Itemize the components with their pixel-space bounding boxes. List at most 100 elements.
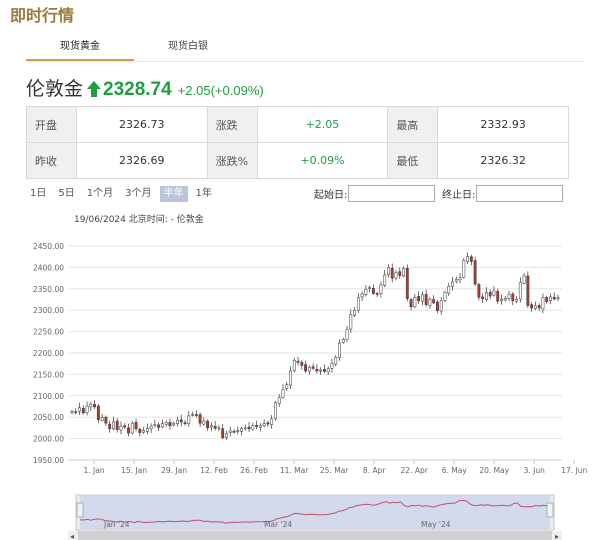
y-tick-label: 1950.00 [33, 456, 64, 465]
candle-body [96, 405, 100, 421]
y-tick-label: 2300.00 [33, 306, 64, 315]
candle-body [149, 425, 153, 430]
candle-body [338, 342, 341, 358]
candle-body [477, 284, 481, 298]
candle-body [447, 285, 451, 294]
candle-body [285, 384, 289, 389]
x-tick-label: 26. Feb [240, 466, 268, 475]
price-chart[interactable]: 2450.00 2400.00 2350.00 2300.00 2250.00 2200.… [0, 0, 602, 540]
candle-body [394, 272, 398, 279]
candle-body [458, 277, 462, 281]
candle-body [130, 422, 134, 434]
candle-body [221, 428, 225, 438]
candle-body [507, 294, 511, 299]
candle-body [345, 329, 349, 340]
candle-body [262, 423, 266, 427]
candle-body [266, 422, 270, 425]
y-tick-label: 2350.00 [33, 285, 64, 294]
x-tick-label: 17. Jun [561, 466, 587, 475]
x-tick-label: 3. Jun [524, 466, 546, 475]
y-tick-label: 2450.00 [33, 242, 64, 251]
scroll-left-arrow-icon[interactable]: ◂ [70, 532, 74, 540]
x-tick-label: 22. Apr [401, 466, 429, 475]
candle-body [213, 425, 217, 429]
candle-body [379, 284, 383, 294]
candle-body [387, 267, 390, 275]
candle-body [164, 422, 168, 425]
candle-body [172, 422, 176, 426]
candle-body [183, 422, 187, 425]
x-tick-label: 1. Jan [83, 466, 104, 475]
candle-body [383, 274, 387, 286]
candle-body [360, 293, 364, 298]
candle-body [496, 291, 500, 302]
candle-body [281, 389, 285, 398]
candle-body [454, 279, 458, 282]
candle-body [413, 297, 417, 308]
candle-body [488, 291, 492, 297]
candle-body [473, 260, 477, 285]
candle-body [549, 296, 552, 302]
candle-body [341, 339, 345, 343]
candle-body [428, 299, 432, 306]
y-tick-label: 2150.00 [33, 370, 64, 379]
candle-body [545, 297, 549, 302]
navigator-label: May '24 [421, 520, 451, 529]
candle-body [93, 404, 97, 408]
candle-body [134, 422, 138, 430]
candle-body [161, 423, 164, 428]
candle-body [432, 299, 436, 304]
candle-body [191, 413, 194, 416]
scroll-right-arrow-icon[interactable]: ▸ [555, 532, 559, 540]
candle-body [533, 305, 537, 309]
candle-body [398, 271, 402, 276]
y-tick-label: 2000.00 [33, 435, 64, 444]
candle-body [300, 362, 304, 366]
candle-body [420, 294, 424, 302]
candle-body [157, 424, 161, 428]
candle-body [326, 368, 330, 373]
candle-body [424, 294, 428, 305]
candle-body [537, 305, 541, 309]
candle-body [319, 369, 323, 372]
candle-body [371, 288, 375, 294]
candle-body [353, 309, 356, 316]
x-tick-label: 12. Feb [200, 466, 228, 475]
candle-body [436, 301, 439, 311]
navigator-selection [80, 495, 550, 530]
candle-body [402, 268, 405, 277]
candle-body [74, 411, 78, 413]
candle-body [530, 304, 534, 309]
candle-body [240, 428, 243, 432]
candle-body [258, 425, 262, 428]
candle-body [119, 425, 123, 431]
candle-body [112, 421, 115, 430]
x-tick-label: 11. Mar [280, 466, 309, 475]
candle-body [526, 275, 530, 306]
navigator-left-handle[interactable] [76, 502, 84, 518]
candle-body [515, 299, 518, 302]
candle-body [123, 425, 127, 428]
navigator-label: Mar '24 [264, 520, 292, 529]
candle-body [368, 287, 372, 290]
candle-body [100, 417, 104, 421]
navigator-right-handle[interactable] [546, 502, 554, 518]
scrollbar-thumb[interactable] [78, 531, 552, 540]
candle-body [81, 407, 85, 414]
candle-body [138, 428, 142, 433]
candle-body [289, 370, 292, 386]
candle-body [236, 430, 240, 432]
candle-body [206, 420, 210, 429]
candle-body [153, 424, 157, 426]
candle-body [202, 420, 206, 425]
candle-body [451, 281, 454, 287]
y-tick-label: 2100.00 [33, 392, 64, 401]
candle-body [296, 360, 300, 363]
candle-body [277, 397, 281, 404]
candle-body [247, 426, 251, 430]
candle-body [104, 416, 108, 424]
candle-body [439, 300, 443, 312]
candle-body [89, 404, 93, 408]
candle-body [108, 423, 112, 430]
candle-body [443, 291, 447, 301]
